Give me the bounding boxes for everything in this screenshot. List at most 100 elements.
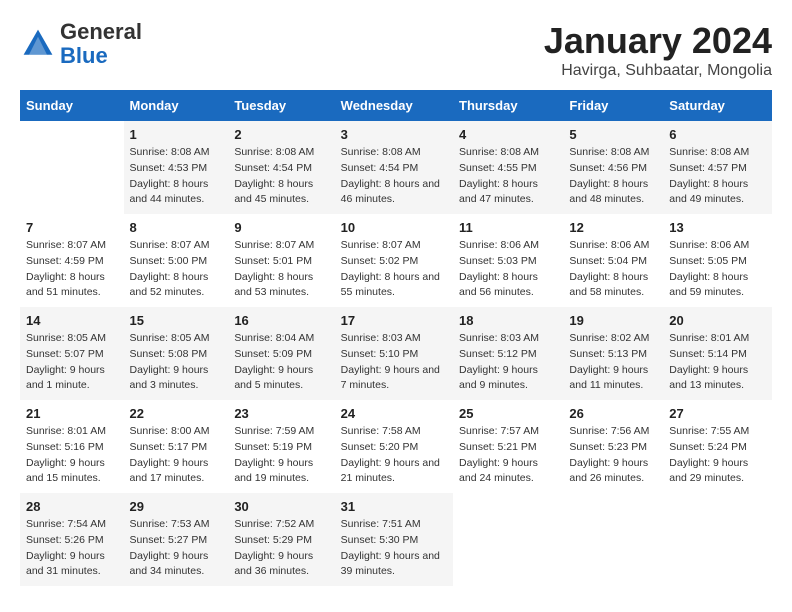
day-info: Sunrise: 8:04 AMSunset: 5:09 PMDaylight:… [234,331,328,394]
day-info: Sunrise: 8:07 AMSunset: 5:01 PMDaylight:… [234,238,328,301]
location: Havirga, Suhbaatar, Mongolia [544,62,772,80]
calendar-cell [20,121,124,214]
calendar-cell: 2Sunrise: 8:08 AMSunset: 4:54 PMDaylight… [228,121,334,214]
calendar-table: SundayMondayTuesdayWednesdayThursdayFrid… [20,90,772,586]
day-number: 29 [130,499,223,514]
calendar-cell: 19Sunrise: 8:02 AMSunset: 5:13 PMDayligh… [563,307,663,400]
calendar-cell: 18 Sunrise: 8:03 AMSunset: 5:12 PMDayligh… [453,307,563,400]
day-number: 24 [341,406,447,421]
week-row-2: 7 Sunrise: 8:07 AMSunset: 4:59 PMDaylight… [20,214,772,307]
calendar-cell: 11 Sunrise: 8:06 AMSunset: 5:03 PMDayligh… [453,214,563,307]
calendar-cell: 26Sunrise: 7:56 AMSunset: 5:23 PMDayligh… [563,400,663,493]
day-info: Sunrise: 8:08 AMSunset: 4:53 PMDaylight:… [130,145,223,208]
day-number: 13 [669,220,766,235]
day-info: Sunrise: 7:54 AMSunset: 5:26 PMDaylight:… [26,517,118,580]
day-number: 11 [459,220,557,235]
day-number: 31 [341,499,447,514]
logo-general: General [60,19,142,44]
day-number: 19 [569,313,657,328]
calendar-cell: 10Sunrise: 8:07 AMSunset: 5:02 PMDayligh… [335,214,453,307]
day-number: 14 [26,313,118,328]
day-info: Sunrise: 8:05 AMSunset: 5:07 PMDaylight:… [26,331,118,394]
day-number: 28 [26,499,118,514]
day-number: 27 [669,406,766,421]
calendar-cell: 7 Sunrise: 8:07 AMSunset: 4:59 PMDaylight… [20,214,124,307]
day-number: 16 [234,313,328,328]
day-number: 7 [26,220,118,235]
week-row-1: 1Sunrise: 8:08 AMSunset: 4:53 PMDaylight… [20,121,772,214]
header-monday: Monday [124,90,229,121]
day-number: 5 [569,127,657,142]
calendar-cell [453,493,563,586]
day-number: 18 [459,313,557,328]
calendar-cell: 28 Sunrise: 7:54 AMSunset: 5:26 PMDayligh… [20,493,124,586]
day-number: 9 [234,220,328,235]
title-block: January 2024 Havirga, Suhbaatar, Mongoli… [544,20,772,80]
day-number: 21 [26,406,118,421]
calendar-cell: 17 Sunrise: 8:03 AMSunset: 5:10 PMDayligh… [335,307,453,400]
calendar-header-row: SundayMondayTuesdayWednesdayThursdayFrid… [20,90,772,121]
calendar-cell: 3 Sunrise: 8:08 AMSunset: 4:54 PMDaylight… [335,121,453,214]
day-number: 8 [130,220,223,235]
day-info: Sunrise: 8:07 AMSunset: 5:02 PMDaylight:… [341,238,447,301]
day-info: Sunrise: 8:03 AMSunset: 5:10 PMDaylight:… [341,331,447,394]
day-number: 17 [341,313,447,328]
day-info: Sunrise: 8:00 AMSunset: 5:17 PMDaylight:… [130,424,223,487]
logo-icon [20,26,56,62]
day-number: 26 [569,406,657,421]
day-number: 4 [459,127,557,142]
calendar-cell: 24 Sunrise: 7:58 AMSunset: 5:20 PMDayligh… [335,400,453,493]
calendar-cell: 31 Sunrise: 7:51 AMSunset: 5:30 PMDayligh… [335,493,453,586]
calendar-cell: 23Sunrise: 7:59 AMSunset: 5:19 PMDayligh… [228,400,334,493]
day-number: 22 [130,406,223,421]
calendar-cell: 20Sunrise: 8:01 AMSunset: 5:14 PMDayligh… [663,307,772,400]
day-info: Sunrise: 7:57 AMSunset: 5:21 PMDaylight:… [459,424,557,487]
day-info: Sunrise: 8:06 AMSunset: 5:03 PMDaylight:… [459,238,557,301]
day-number: 12 [569,220,657,235]
day-info: Sunrise: 8:08 AMSunset: 4:54 PMDaylight:… [341,145,447,208]
calendar-cell: 5 Sunrise: 8:08 AMSunset: 4:56 PMDaylight… [563,121,663,214]
day-info: Sunrise: 7:52 AMSunset: 5:29 PMDaylight:… [234,517,328,580]
calendar-cell: 14 Sunrise: 8:05 AMSunset: 5:07 PMDayligh… [20,307,124,400]
week-row-5: 28 Sunrise: 7:54 AMSunset: 5:26 PMDayligh… [20,493,772,586]
day-number: 20 [669,313,766,328]
header-saturday: Saturday [663,90,772,121]
calendar-cell: 25Sunrise: 7:57 AMSunset: 5:21 PMDayligh… [453,400,563,493]
day-info: Sunrise: 8:08 AMSunset: 4:56 PMDaylight:… [569,145,657,208]
day-info: Sunrise: 7:58 AMSunset: 5:20 PMDaylight:… [341,424,447,487]
day-info: Sunrise: 8:07 AMSunset: 5:00 PMDaylight:… [130,238,223,301]
header-thursday: Thursday [453,90,563,121]
day-info: Sunrise: 8:03 AMSunset: 5:12 PMDaylight:… [459,331,557,394]
day-info: Sunrise: 8:08 AMSunset: 4:55 PMDaylight:… [459,145,557,208]
day-info: Sunrise: 8:06 AMSunset: 5:05 PMDaylight:… [669,238,766,301]
day-number: 6 [669,127,766,142]
header-friday: Friday [563,90,663,121]
month-title: January 2024 [544,20,772,62]
logo: General Blue [20,20,142,68]
calendar-cell: 6 Sunrise: 8:08 AMSunset: 4:57 PMDaylight… [663,121,772,214]
day-info: Sunrise: 8:05 AMSunset: 5:08 PMDaylight:… [130,331,223,394]
day-info: Sunrise: 8:08 AMSunset: 4:54 PMDaylight:… [234,145,328,208]
calendar-cell: 1Sunrise: 8:08 AMSunset: 4:53 PMDaylight… [124,121,229,214]
day-info: Sunrise: 7:53 AMSunset: 5:27 PMDaylight:… [130,517,223,580]
calendar-cell: 13 Sunrise: 8:06 AMSunset: 5:05 PMDayligh… [663,214,772,307]
calendar-cell: 29 Sunrise: 7:53 AMSunset: 5:27 PMDayligh… [124,493,229,586]
calendar-cell: 8 Sunrise: 8:07 AMSunset: 5:00 PMDaylight… [124,214,229,307]
calendar-cell: 16 Sunrise: 8:04 AMSunset: 5:09 PMDayligh… [228,307,334,400]
header-wednesday: Wednesday [335,90,453,121]
header-sunday: Sunday [20,90,124,121]
day-number: 3 [341,127,447,142]
calendar-cell: 15 Sunrise: 8:05 AMSunset: 5:08 PMDayligh… [124,307,229,400]
logo-blue: Blue [60,43,108,68]
day-info: Sunrise: 8:07 AMSunset: 4:59 PMDaylight:… [26,238,118,301]
day-info: Sunrise: 8:08 AMSunset: 4:57 PMDaylight:… [669,145,766,208]
day-number: 23 [234,406,328,421]
day-info: Sunrise: 7:51 AMSunset: 5:30 PMDaylight:… [341,517,447,580]
calendar-cell: 22 Sunrise: 8:00 AMSunset: 5:17 PMDayligh… [124,400,229,493]
calendar-cell: 27Sunrise: 7:55 AMSunset: 5:24 PMDayligh… [663,400,772,493]
day-info: Sunrise: 8:01 AMSunset: 5:16 PMDaylight:… [26,424,118,487]
calendar-cell [663,493,772,586]
day-number: 15 [130,313,223,328]
calendar-cell: 12Sunrise: 8:06 AMSunset: 5:04 PMDayligh… [563,214,663,307]
day-number: 30 [234,499,328,514]
